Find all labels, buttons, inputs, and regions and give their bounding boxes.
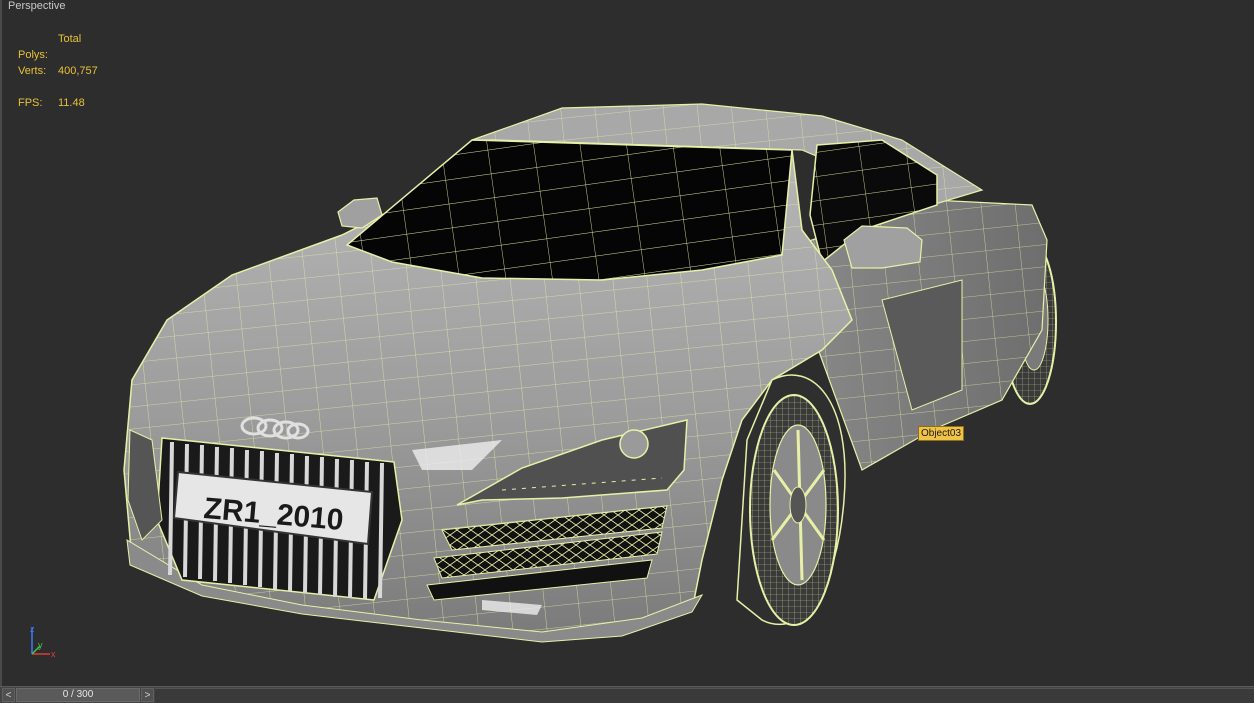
time-slider[interactable]: 0 / 300 — [16, 688, 140, 702]
timeline-track[interactable] — [155, 688, 1254, 703]
axis-y-label: y — [38, 640, 43, 650]
front-wheel — [736, 374, 846, 626]
perspective-viewport[interactable]: Perspective Total Polys: Verts: 400,757 F… — [0, 0, 1254, 686]
object-label-tag[interactable]: Object03 — [918, 426, 965, 441]
axis-z-label: z — [30, 624, 35, 634]
axis-gizmo: z y x — [30, 624, 56, 659]
next-frame-button[interactable]: > — [141, 688, 154, 702]
car-wireframe-model[interactable]: ZR1_2010 — [2, 0, 1254, 686]
prev-frame-button[interactable]: < — [2, 688, 15, 702]
time-slider-bar: < 0 / 300 > — [0, 686, 1254, 703]
axis-x-label: x — [51, 649, 56, 659]
right-mirror — [843, 225, 923, 269]
